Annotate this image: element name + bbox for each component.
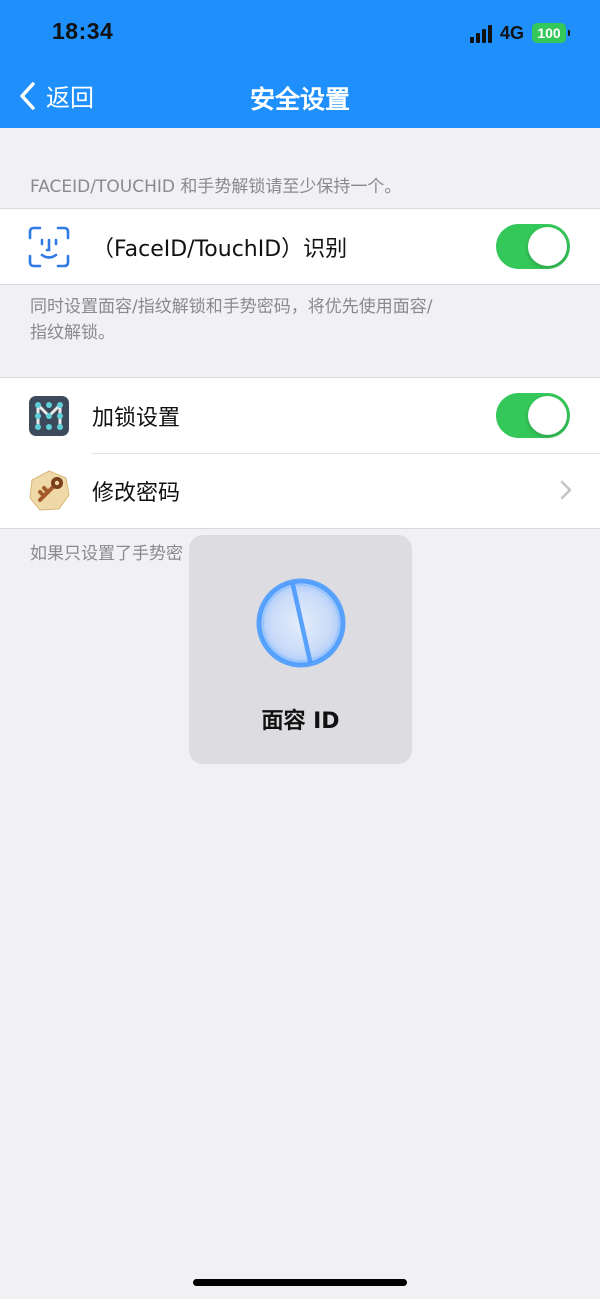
lock-settings-row: 加锁设置: [0, 378, 600, 453]
lock-group: 加锁设置 修改密码: [0, 377, 600, 529]
hud-label: 面容 ID: [261, 709, 340, 734]
signal-icon: [469, 23, 492, 43]
faceid-toggle[interactable]: [496, 224, 570, 269]
faceid-row: （FaceID/TouchID）识别: [0, 209, 600, 284]
chevron-right-icon: [560, 480, 572, 500]
lock-footer-note: 如果只设置了手势密: [30, 544, 183, 564]
lock-settings-label: 加锁设置: [92, 405, 181, 431]
status-time: 18:34: [52, 18, 114, 44]
home-indicator[interactable]: [193, 1279, 407, 1286]
faceid-footer-line1: 同时设置面容/指纹解锁和手势密码，将优先使用面容/: [30, 297, 433, 317]
faceid-group: （FaceID/TouchID）识别: [0, 208, 600, 285]
pattern-lock-icon: [29, 396, 69, 436]
lock-settings-toggle[interactable]: [496, 393, 570, 438]
face-id-hud: 面容 ID: [189, 535, 412, 764]
face-id-icon: [28, 226, 70, 268]
faceid-footer-note: 同时设置面容/指纹解锁和手势密码，将优先使用面容/ 指纹解锁。: [30, 294, 432, 346]
faceid-label: （FaceID/TouchID）识别: [92, 236, 348, 262]
key-icon: [29, 470, 70, 511]
status-indicators: 4G 100: [469, 22, 570, 44]
network-type: 4G: [499, 22, 524, 43]
face-id-scan-icon: [256, 578, 346, 668]
battery-icon: 100: [532, 23, 570, 43]
change-password-row[interactable]: 修改密码: [0, 453, 600, 528]
faceid-section-note: FACEID/TOUCHID 和手势解锁请至少保持一个。: [30, 177, 402, 197]
nav-header: 18:34 4G 100 返回 安全设置: [0, 0, 600, 128]
change-password-label: 修改密码: [92, 480, 181, 506]
page-title: 安全设置: [249, 85, 350, 114]
battery-level: 100: [537, 25, 561, 41]
faceid-footer-line2: 指纹解锁。: [30, 323, 115, 343]
